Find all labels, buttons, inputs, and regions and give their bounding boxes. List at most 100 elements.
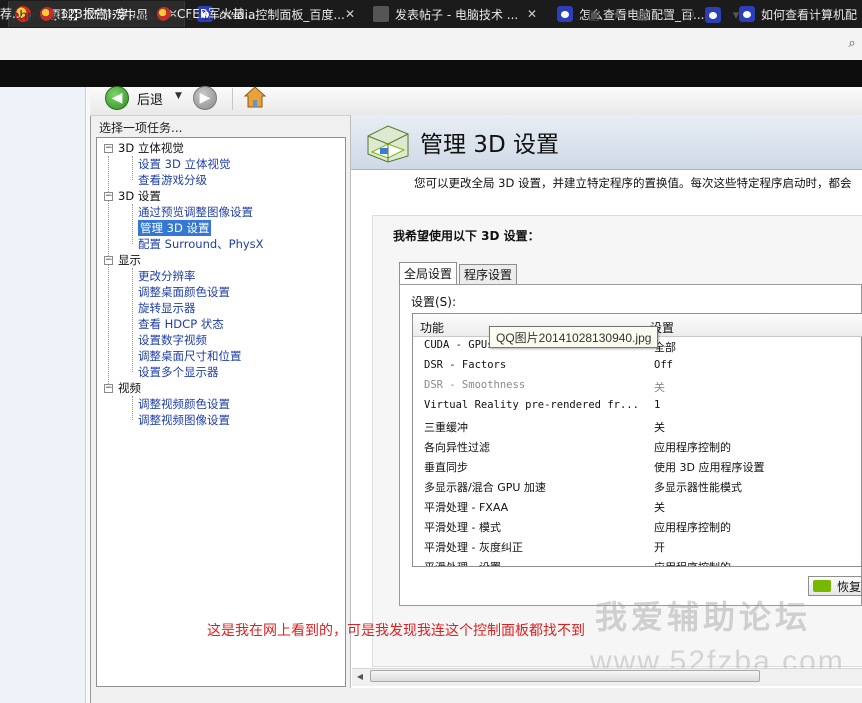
value-cell: 多显示器性能模式 [654, 481, 742, 494]
bookmark-item[interactable]: 123报告!-穿... [40, 5, 140, 22]
tree-item-multiple-displays[interactable]: 设置多个显示器 [138, 364, 219, 380]
tree-item-game-ratings[interactable]: 查看游戏分级 [138, 172, 207, 188]
forward-arrow-icon[interactable]: ▶ [193, 86, 217, 110]
tab-title: 如何查看计算机配 [761, 7, 858, 22]
value-cell: 关 [654, 381, 665, 394]
back-arrow-icon[interactable]: ◀ [105, 86, 129, 110]
close-icon[interactable]: ✕ [345, 7, 355, 21]
restore-button[interactable]: 恢复 [808, 576, 862, 596]
collapse-icon[interactable]: − [104, 191, 113, 201]
tree-item-rotate-display[interactable]: 旋转显示器 [138, 300, 196, 316]
scrollbar-thumb[interactable] [370, 670, 760, 682]
tree-item-video-color[interactable]: 调整视频颜色设置 [138, 396, 230, 412]
table-row[interactable]: 各向异性过滤 应用程序控制的 [413, 436, 861, 456]
settings-table[interactable]: CUDA - GPUs 全部 DSR - Factors Off DSR - Smo… [412, 313, 862, 567]
table-row[interactable]: 平滑处理 - 灰度纠正 开 [413, 536, 861, 556]
star-icon[interactable]: ★ [609, 6, 627, 24]
cf-logo-icon [40, 6, 54, 21]
back-button-label[interactable]: 后退 [137, 89, 163, 108]
tree-item-label: 旋转显示器 [138, 301, 196, 315]
tree-category-display[interactable]: − 显示 [104, 252, 141, 268]
table-row[interactable]: 平滑处理 - FXAA 关 [413, 496, 861, 516]
bookmark-label: 荐... [0, 7, 24, 21]
value-cell: Off [654, 359, 673, 371]
baidu-paw-icon[interactable] [705, 7, 721, 23]
notification-icon[interactable]: ▣ [585, 6, 603, 24]
grid-icon[interactable]: ▦ [633, 6, 651, 24]
feature-cell: 各向异性过滤 [424, 441, 490, 454]
file-tooltip: QQ图片20141028130940.jpg [489, 326, 659, 348]
browser-tab[interactable]: 如何查看计算机配 [733, 1, 862, 27]
refresh-icon[interactable]: ↻ [681, 6, 699, 24]
tree-item-hdcp-status[interactable]: 查看 HDCP 状态 [138, 316, 224, 332]
annotation-note: 这是我在网上看到的，可是我发现我连这个控制面板都找不到 [207, 623, 585, 639]
bookmark-item[interactable]: CFER军火基... [157, 5, 256, 22]
feature-cell: Virtual Reality pre-rendered fr... [424, 399, 639, 411]
tab-title: 发表帖子 - 电脑技术 ... [395, 7, 519, 22]
address-bar[interactable] [0, 28, 862, 61]
tree-item-label: 查看 HDCP 状态 [138, 317, 224, 331]
tab-global-settings[interactable]: 全局设置 [399, 262, 458, 284]
column-header-feature[interactable]: 功能 [420, 319, 444, 336]
bookmark-label: 123报告!-穿... [60, 7, 140, 21]
table-row[interactable]: 垂直同步 使用 3D 应用程序设置 [413, 456, 861, 476]
tree-item-surround-physx[interactable]: 配置 Surround、PhysX [138, 236, 264, 252]
tree-item-video-image[interactable]: 调整视频图像设置 [138, 412, 230, 428]
collapse-icon[interactable]: − [104, 255, 113, 265]
cf-logo-icon [157, 6, 171, 21]
chevron-down-icon[interactable]: ▼ [175, 91, 182, 101]
task-pane-label: 选择一项任务... [99, 121, 183, 135]
value-cell: 关 [654, 421, 665, 434]
table-row[interactable]: 多显示器/混合 GPU 加速 多显示器性能模式 [413, 476, 861, 496]
tree-category-3d-settings[interactable]: −3D 设置 [104, 188, 161, 204]
tree-item-label: 调整视频颜色设置 [138, 397, 230, 411]
chevron-down-icon[interactable]: ▾ [657, 6, 675, 24]
tree-item-preview-settings[interactable]: 通过预览调整图像设置 [138, 204, 253, 220]
search-icon[interactable]: ⌕ [843, 34, 861, 52]
bookmark-label: CFER军火基... [177, 7, 256, 21]
tree-item-change-resolution[interactable]: 更改分辨率 [138, 268, 196, 284]
table-row[interactable]: DSR - Smoothness 关 [413, 376, 861, 396]
tab-program-settings[interactable]: 程序设置 [459, 264, 518, 284]
table-row[interactable]: DSR - Factors Off [413, 356, 861, 376]
tree-category-label: 3D 立体视觉 [118, 141, 184, 155]
bookmarks-bar [0, 60, 862, 87]
tree-item-label: 通过预览调整图像设置 [138, 205, 253, 219]
settings-list-label: 设置(S): [411, 295, 457, 309]
table-row[interactable]: 三重缓冲 关 [413, 416, 861, 436]
toolbar-divider [232, 88, 233, 110]
nvidia-logo-icon [813, 580, 831, 592]
collapse-icon[interactable]: − [104, 383, 113, 393]
chevron-down-icon[interactable]: ▾ [727, 6, 745, 24]
scroll-left-icon[interactable]: ◀ [353, 669, 367, 684]
forum-icon [373, 6, 389, 22]
feature-cell: 多显示器/混合 GPU 加速 [424, 481, 546, 494]
tree-item-desktop-size[interactable]: 调整桌面尺寸和位置 [138, 348, 242, 364]
table-row[interactable]: 平滑处理 - 模式 应用程序控制的 [413, 516, 861, 536]
tree-category-label: 视频 [118, 381, 141, 395]
tree-item-digital-video[interactable]: 设置数字视频 [138, 332, 207, 348]
value-cell: 1 [654, 399, 661, 411]
tree-item-label: 设置数字视频 [138, 333, 207, 347]
table-row[interactable]: 平滑处理 - 设置 应用程序控制的 [413, 556, 861, 566]
tree-item-setup-stereo[interactable]: 设置 3D 立体视觉 [138, 156, 230, 172]
value-cell: 使用 3D 应用程序设置 [654, 461, 765, 474]
table-row[interactable]: Virtual Reality pre-rendered fr... 1 [413, 396, 861, 416]
tree-item-manage-3d-settings[interactable]: 管理 3D 设置 [138, 220, 212, 236]
tree-item-label: 管理 3D 设置 [138, 220, 212, 236]
tree-item-label: 查看游戏分级 [138, 173, 207, 187]
home-icon[interactable] [243, 85, 267, 109]
bookmark-item[interactable]: 荐... [0, 5, 23, 22]
collapse-icon[interactable]: − [104, 143, 113, 153]
tree-item-label: 调整桌面尺寸和位置 [138, 349, 242, 363]
close-icon[interactable]: ✕ [527, 7, 537, 21]
tree-item-label: 更改分辨率 [138, 269, 196, 283]
tree-item-label: 设置多个显示器 [138, 365, 219, 379]
tree-item-desktop-color[interactable]: 调整桌面颜色设置 [138, 284, 230, 300]
feature-cell: 平滑处理 - 模式 [424, 521, 501, 534]
restore-button-label: 恢复 [837, 579, 862, 594]
tree-category-video[interactable]: − 视频 [104, 380, 141, 396]
browser-tab[interactable]: 发表帖子 - 电脑技术 ... ✕ [367, 1, 543, 27]
baidu-paw-icon [557, 6, 573, 22]
tree-category-stereo-3d[interactable]: −3D 立体视觉 [104, 140, 184, 156]
